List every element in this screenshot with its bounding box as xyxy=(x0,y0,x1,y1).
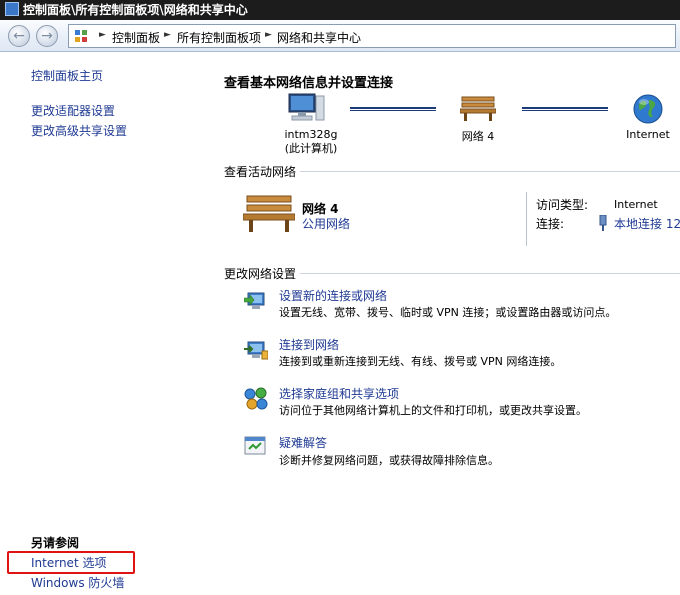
chevron-right-icon[interactable]: ► xyxy=(99,30,106,40)
navigation-bar: ← → ► 控制面板 ► 所有控制面板项 ► 网络和共享中心 xyxy=(0,20,680,52)
divider xyxy=(300,273,680,274)
sidebar-link-home[interactable]: 控制面板主页 xyxy=(31,67,103,84)
breadcrumb-item[interactable]: 控制面板 xyxy=(112,29,160,46)
change-settings-heading: 更改网络设置 xyxy=(224,267,297,281)
task-link-connect-network[interactable]: 连接到网络 xyxy=(279,336,339,353)
see-also-heading: 另请参阅 xyxy=(31,536,80,550)
divider xyxy=(526,192,527,246)
ethernet-icon xyxy=(599,215,607,231)
access-type-label: 访问类型: xyxy=(536,198,589,212)
task-description: 诊断并修复网络问题，或获得故障排除信息。 xyxy=(279,454,499,467)
address-bar[interactable]: ► 控制面板 ► 所有控制面板项 ► 网络和共享中心 xyxy=(68,24,676,48)
sidebar-link-adapter-settings[interactable]: 更改适配器设置 xyxy=(31,102,115,119)
task-link-new-connection[interactable]: 设置新的连接或网络 xyxy=(279,287,387,304)
network-bench-icon xyxy=(460,96,496,121)
control-panel-icon xyxy=(75,30,87,42)
connection-link[interactable]: 本地连接 12 xyxy=(614,215,680,232)
connection-line xyxy=(350,107,436,111)
back-arrow-icon[interactable]: ← xyxy=(8,25,30,47)
page-title: 查看基本网络信息并设置连接 xyxy=(224,76,394,91)
task-description: 连接到或重新连接到无线、有线、拨号或 VPN 网络连接。 xyxy=(279,355,562,368)
see-also-link-firewall[interactable]: Windows 防火墙 xyxy=(31,574,124,591)
active-network-type[interactable]: 公用网络 xyxy=(302,215,350,232)
computer-icon xyxy=(288,93,325,121)
internet-globe-icon xyxy=(633,94,663,124)
network-bench-icon xyxy=(243,195,295,232)
connection-line xyxy=(522,107,608,111)
homegroup-icon xyxy=(244,387,268,410)
sidebar-link-advanced-sharing[interactable]: 更改高级共享设置 xyxy=(31,122,127,139)
control-panel-icon xyxy=(5,2,19,16)
access-type-value: Internet xyxy=(614,198,658,211)
task-description: 访问位于其他网络计算机上的文件和打印机，或更改共享设置。 xyxy=(279,404,587,417)
computer-note: (此计算机) xyxy=(284,142,338,155)
window-titlebar: 控制面板\所有控制面板项\网络和共享中心 xyxy=(0,0,680,20)
breadcrumb-item[interactable]: 网络和共享中心 xyxy=(277,29,361,46)
new-connection-icon xyxy=(244,292,265,309)
forward-arrow-icon[interactable]: → xyxy=(36,25,58,47)
divider xyxy=(300,171,680,172)
task-description: 设置无线、宽带、拨号、临时或 VPN 连接；或设置路由器或访问点。 xyxy=(279,306,617,319)
task-link-troubleshoot[interactable]: 疑难解答 xyxy=(279,434,327,451)
breadcrumb-item[interactable]: 所有控制面板项 xyxy=(177,29,261,46)
see-also-link-internet-options[interactable]: Internet 选项 xyxy=(31,554,106,571)
chevron-right-icon[interactable]: ► xyxy=(265,30,272,40)
network-label: 网络 4 xyxy=(461,130,495,143)
internet-label: Internet xyxy=(626,128,670,141)
window-title: 控制面板\所有控制面板项\网络和共享中心 xyxy=(23,3,248,17)
troubleshoot-icon xyxy=(244,436,266,455)
connection-label: 连接: xyxy=(536,217,565,231)
chevron-right-icon[interactable]: ► xyxy=(164,30,171,40)
task-link-homegroup[interactable]: 选择家庭组和共享选项 xyxy=(279,385,399,402)
active-networks-heading: 查看活动网络 xyxy=(224,165,297,179)
connect-network-icon xyxy=(244,341,268,360)
